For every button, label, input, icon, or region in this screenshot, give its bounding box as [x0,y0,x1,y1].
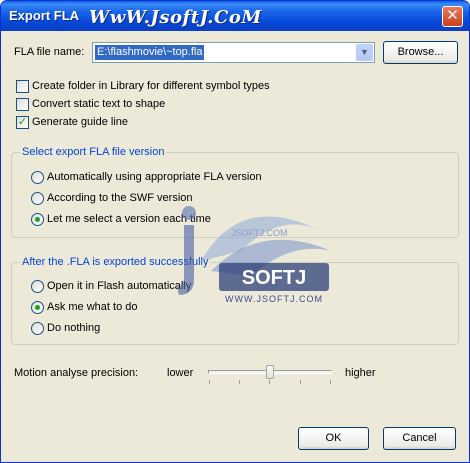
radio-do-nothing[interactable] [31,322,44,335]
window-title: Export FLA [9,8,80,23]
create-folder-label: Create folder in Library for different s… [32,80,270,92]
radio-ask-me-label: Ask me what to do [47,301,138,313]
convert-text-label: Convert static text to shape [32,98,166,110]
watermark-text: WwW.JsoftJ.CoM [89,7,262,28]
cancel-button[interactable]: Cancel [383,427,456,450]
motion-slider-thumb[interactable] [266,365,274,379]
radio-selected-dot [35,305,40,310]
motion-label: Motion analyse precision: [14,367,139,379]
chevron-down-icon: ▼ [360,47,369,57]
radio-auto-version-label: Automatically using appropriate FLA vers… [47,171,262,183]
slider-tick [209,380,210,384]
motion-higher-label: higher [345,367,376,379]
file-name-combobox[interactable]: E:\flashmovie\~top.fla ▼ [92,42,375,63]
watermark-small-url: JSOFTJ.COM [231,228,288,238]
watermark-j [177,225,194,295]
watermark-url: WWW.JSOFTJ.COM [225,294,323,304]
watermark-logo: SOFTJ WWW.JSOFTJ.COM JSOFTJ.COM [177,206,331,304]
file-name-label-text: FLA file name: [14,46,85,58]
guide-line-checkbox[interactable]: ✓ [16,116,29,129]
radio-auto-version[interactable] [31,171,44,184]
convert-text-checkbox[interactable] [16,98,29,111]
radio-select-version[interactable] [31,213,44,226]
radio-do-nothing-label: Do nothing [47,322,101,334]
browse-button[interactable]: Browse... [383,41,458,64]
export-fla-dialog: Export FLA WwW.JsoftJ.CoM ✕ FLA file nam… [0,0,470,463]
close-button[interactable]: ✕ [442,6,463,27]
radio-ask-me[interactable] [31,301,44,314]
motion-lower-label: lower [167,367,194,379]
slider-tick [239,380,240,384]
title-bar[interactable]: Export FLA WwW.JsoftJ.CoM ✕ [1,1,469,31]
create-folder-checkbox[interactable] [16,80,29,93]
watermark-dot [182,206,196,220]
slider-tick [300,380,301,384]
dropdown-button[interactable]: ▼ [356,44,373,61]
radio-open-flash-label: Open it in Flash automatically [47,280,192,292]
slider-tick [269,380,270,384]
file-name-value: E:\flashmovie\~top.fla [95,45,205,60]
checkmark-icon: ✓ [17,116,28,128]
slider-tick [330,380,331,384]
watermark-brand: SOFTJ [242,267,306,289]
guide-line-label: Generate guide line [32,116,129,128]
radio-selected-dot [35,217,40,222]
radio-swf-version[interactable] [31,192,44,205]
close-icon: ✕ [446,7,459,24]
radio-open-flash[interactable] [31,280,44,293]
version-group-title: Select export FLA file version [20,146,167,158]
file-name-label: FLA file name: [14,46,84,58]
ok-button[interactable]: OK [298,427,369,450]
